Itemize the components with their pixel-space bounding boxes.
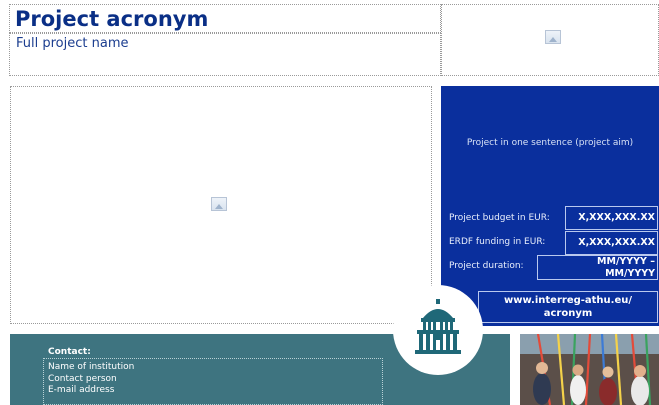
building-emblem-icon	[415, 299, 461, 354]
contact-email: E-mail address	[48, 385, 115, 395]
duration-label: Project duration:	[449, 261, 524, 271]
contact-person: Contact person	[48, 373, 117, 384]
duration-value: MM/YYYY – MM/YYYY	[537, 255, 658, 280]
website-link[interactable]: www.interreg-athu.eu/ acronym	[478, 291, 658, 323]
website-line-2: acronym	[543, 308, 593, 319]
website-line-1: www.interreg-athu.eu/	[503, 295, 633, 306]
logo-placeholder-icon	[545, 30, 561, 44]
budget-label: Project budget in EUR:	[449, 213, 550, 223]
contact-institution: Name of institution	[48, 362, 135, 372]
event-photo	[520, 334, 659, 405]
duration-to: MM/YYYY	[605, 268, 655, 279]
project-acronym: Project acronym	[15, 7, 209, 31]
contact-details: Name of institution Contact person E-mai…	[43, 358, 383, 405]
main-image-placeholder	[10, 86, 432, 324]
image-placeholder-icon	[211, 197, 227, 211]
erdf-value: X,XXX,XXX.XX	[565, 231, 658, 255]
project-aim: Project in one sentence (project aim)	[466, 138, 634, 148]
budget-value: X,XXX,XXX.XX	[565, 206, 658, 230]
logo-placeholder	[441, 4, 659, 76]
project-full-name: Full project name	[16, 36, 129, 51]
erdf-label: ERDF funding in EUR:	[449, 237, 546, 247]
contact-title: Contact:	[48, 347, 91, 357]
duration-from: MM/YYYY –	[597, 256, 655, 267]
